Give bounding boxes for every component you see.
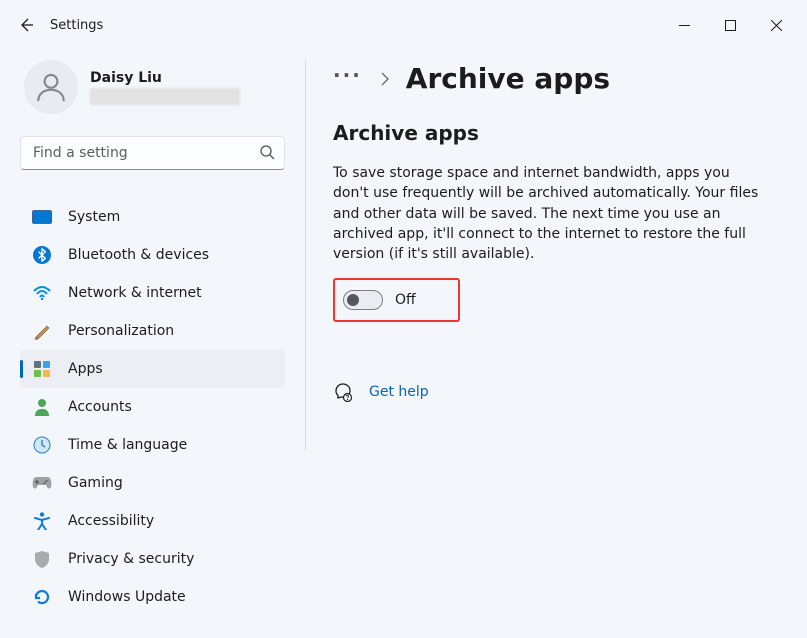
page-title: Archive apps xyxy=(406,62,610,95)
chevron-right-icon xyxy=(380,72,390,86)
sidebar-item-label: Network & internet xyxy=(68,285,202,301)
window-title: Settings xyxy=(50,18,103,33)
sidebar-item-apps[interactable]: Apps xyxy=(20,350,285,388)
update-icon xyxy=(32,587,52,607)
sidebar-item-label: Gaming xyxy=(68,475,123,491)
sidebar-item-label: Accessibility xyxy=(68,513,154,529)
sidebar-item-label: Personalization xyxy=(68,323,174,339)
sidebar-item-personalization[interactable]: Personalization xyxy=(20,312,285,350)
sidebar-item-time[interactable]: Time & language xyxy=(20,426,285,464)
back-button[interactable] xyxy=(8,7,44,43)
toggle-state-label: Off xyxy=(395,292,416,308)
archive-apps-toggle-row: Off xyxy=(333,278,460,322)
system-icon xyxy=(32,207,52,227)
get-help-link[interactable]: Get help xyxy=(333,382,765,402)
sidebar-item-accessibility[interactable]: Accessibility xyxy=(20,502,285,540)
time-icon xyxy=(32,435,52,455)
accounts-icon xyxy=(32,397,52,417)
avatar xyxy=(24,60,78,114)
close-icon xyxy=(771,20,782,31)
apps-icon xyxy=(32,359,52,379)
sidebar-item-system[interactable]: System xyxy=(20,198,285,236)
minimize-icon xyxy=(679,20,690,31)
window-controls xyxy=(661,9,799,41)
accessibility-icon xyxy=(32,511,52,531)
sidebar: Daisy Liu System Bluetooth & devices Net… xyxy=(0,50,305,638)
network-icon xyxy=(32,283,52,303)
maximize-icon xyxy=(725,20,736,31)
sidebar-item-network[interactable]: Network & internet xyxy=(20,274,285,312)
profile-name: Daisy Liu xyxy=(90,70,240,86)
back-arrow-icon xyxy=(18,17,34,33)
breadcrumb: ··· Archive apps xyxy=(333,62,765,95)
sidebar-item-label: Accounts xyxy=(68,399,132,415)
sidebar-item-label: Privacy & security xyxy=(68,551,194,567)
help-link-label: Get help xyxy=(369,384,429,400)
gaming-icon xyxy=(32,473,52,493)
search-input[interactable] xyxy=(20,136,285,170)
profile-email-placeholder xyxy=(90,88,240,105)
panel-divider xyxy=(305,60,306,450)
breadcrumb-more-button[interactable]: ··· xyxy=(333,67,362,91)
sidebar-item-accounts[interactable]: Accounts xyxy=(20,388,285,426)
sidebar-item-privacy[interactable]: Privacy & security xyxy=(20,540,285,578)
title-bar: Settings xyxy=(0,0,807,50)
sidebar-item-label: Bluetooth & devices xyxy=(68,247,209,263)
sidebar-item-label: Apps xyxy=(68,361,103,377)
sidebar-item-label: Time & language xyxy=(68,437,187,453)
sidebar-item-label: Windows Update xyxy=(68,589,186,605)
minimize-button[interactable] xyxy=(661,9,707,41)
bluetooth-icon xyxy=(32,245,52,265)
profile-section[interactable]: Daisy Liu xyxy=(20,60,305,114)
close-button[interactable] xyxy=(753,9,799,41)
help-icon xyxy=(333,382,353,402)
search-wrap xyxy=(20,136,285,170)
sidebar-item-label: System xyxy=(68,209,120,225)
privacy-icon xyxy=(32,549,52,569)
archive-apps-toggle[interactable] xyxy=(343,290,383,310)
main-panel: ··· Archive apps Archive apps To save st… xyxy=(305,50,807,638)
nav-list: System Bluetooth & devices Network & int… xyxy=(20,198,305,616)
sidebar-item-bluetooth[interactable]: Bluetooth & devices xyxy=(20,236,285,274)
personalization-icon xyxy=(32,321,52,341)
sidebar-item-gaming[interactable]: Gaming xyxy=(20,464,285,502)
maximize-button[interactable] xyxy=(707,9,753,41)
person-icon xyxy=(34,70,68,104)
sidebar-item-update[interactable]: Windows Update xyxy=(20,578,285,616)
section-description: To save storage space and internet bandw… xyxy=(333,163,765,264)
section-title: Archive apps xyxy=(333,121,765,145)
